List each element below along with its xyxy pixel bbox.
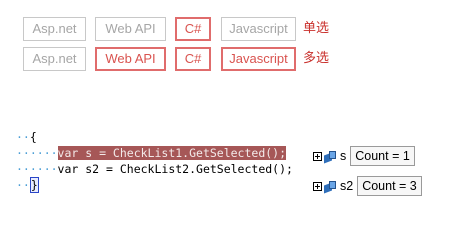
code-line-open-brace: ··{: [16, 130, 37, 144]
code-line-var-s2: ······var s2 = CheckList2.GetSelected();: [16, 162, 293, 176]
single-option-csharp[interactable]: C#: [175, 17, 211, 41]
datatip-s2[interactable]: s2 Count = 3: [313, 176, 422, 196]
object-icon: [324, 150, 336, 162]
multi-option-webapi[interactable]: Web API: [95, 47, 166, 71]
single-select-label: 单选: [303, 21, 330, 36]
single-option-javascript[interactable]: Javascript: [221, 17, 296, 41]
multi-option-javascript[interactable]: Javascript: [221, 47, 296, 71]
datatip-value[interactable]: Count = 3: [357, 176, 422, 196]
expand-plus-icon[interactable]: [313, 151, 322, 161]
datatip-s[interactable]: s Count = 1: [313, 146, 415, 166]
multi-option-csharp[interactable]: C#: [175, 47, 211, 71]
matched-brace: }: [29, 177, 39, 193]
single-option-aspnet[interactable]: Asp.net: [23, 17, 86, 41]
datatip-value[interactable]: Count = 1: [350, 146, 415, 166]
single-option-webapi[interactable]: Web API: [95, 17, 166, 41]
multi-select-label: 多选: [303, 51, 330, 66]
code-line-var-s: ······var s = CheckList1.GetSelected();: [16, 146, 287, 160]
multi-option-aspnet[interactable]: Asp.net: [23, 47, 86, 71]
datatip-name: s: [340, 149, 347, 163]
expand-plus-icon[interactable]: [313, 181, 322, 191]
datatip-name: s2: [340, 179, 354, 193]
code-line-close-brace: ··}: [16, 177, 39, 193]
object-icon: [324, 180, 336, 192]
selected-code-highlight: var s = CheckList1.GetSelected();: [57, 146, 287, 160]
